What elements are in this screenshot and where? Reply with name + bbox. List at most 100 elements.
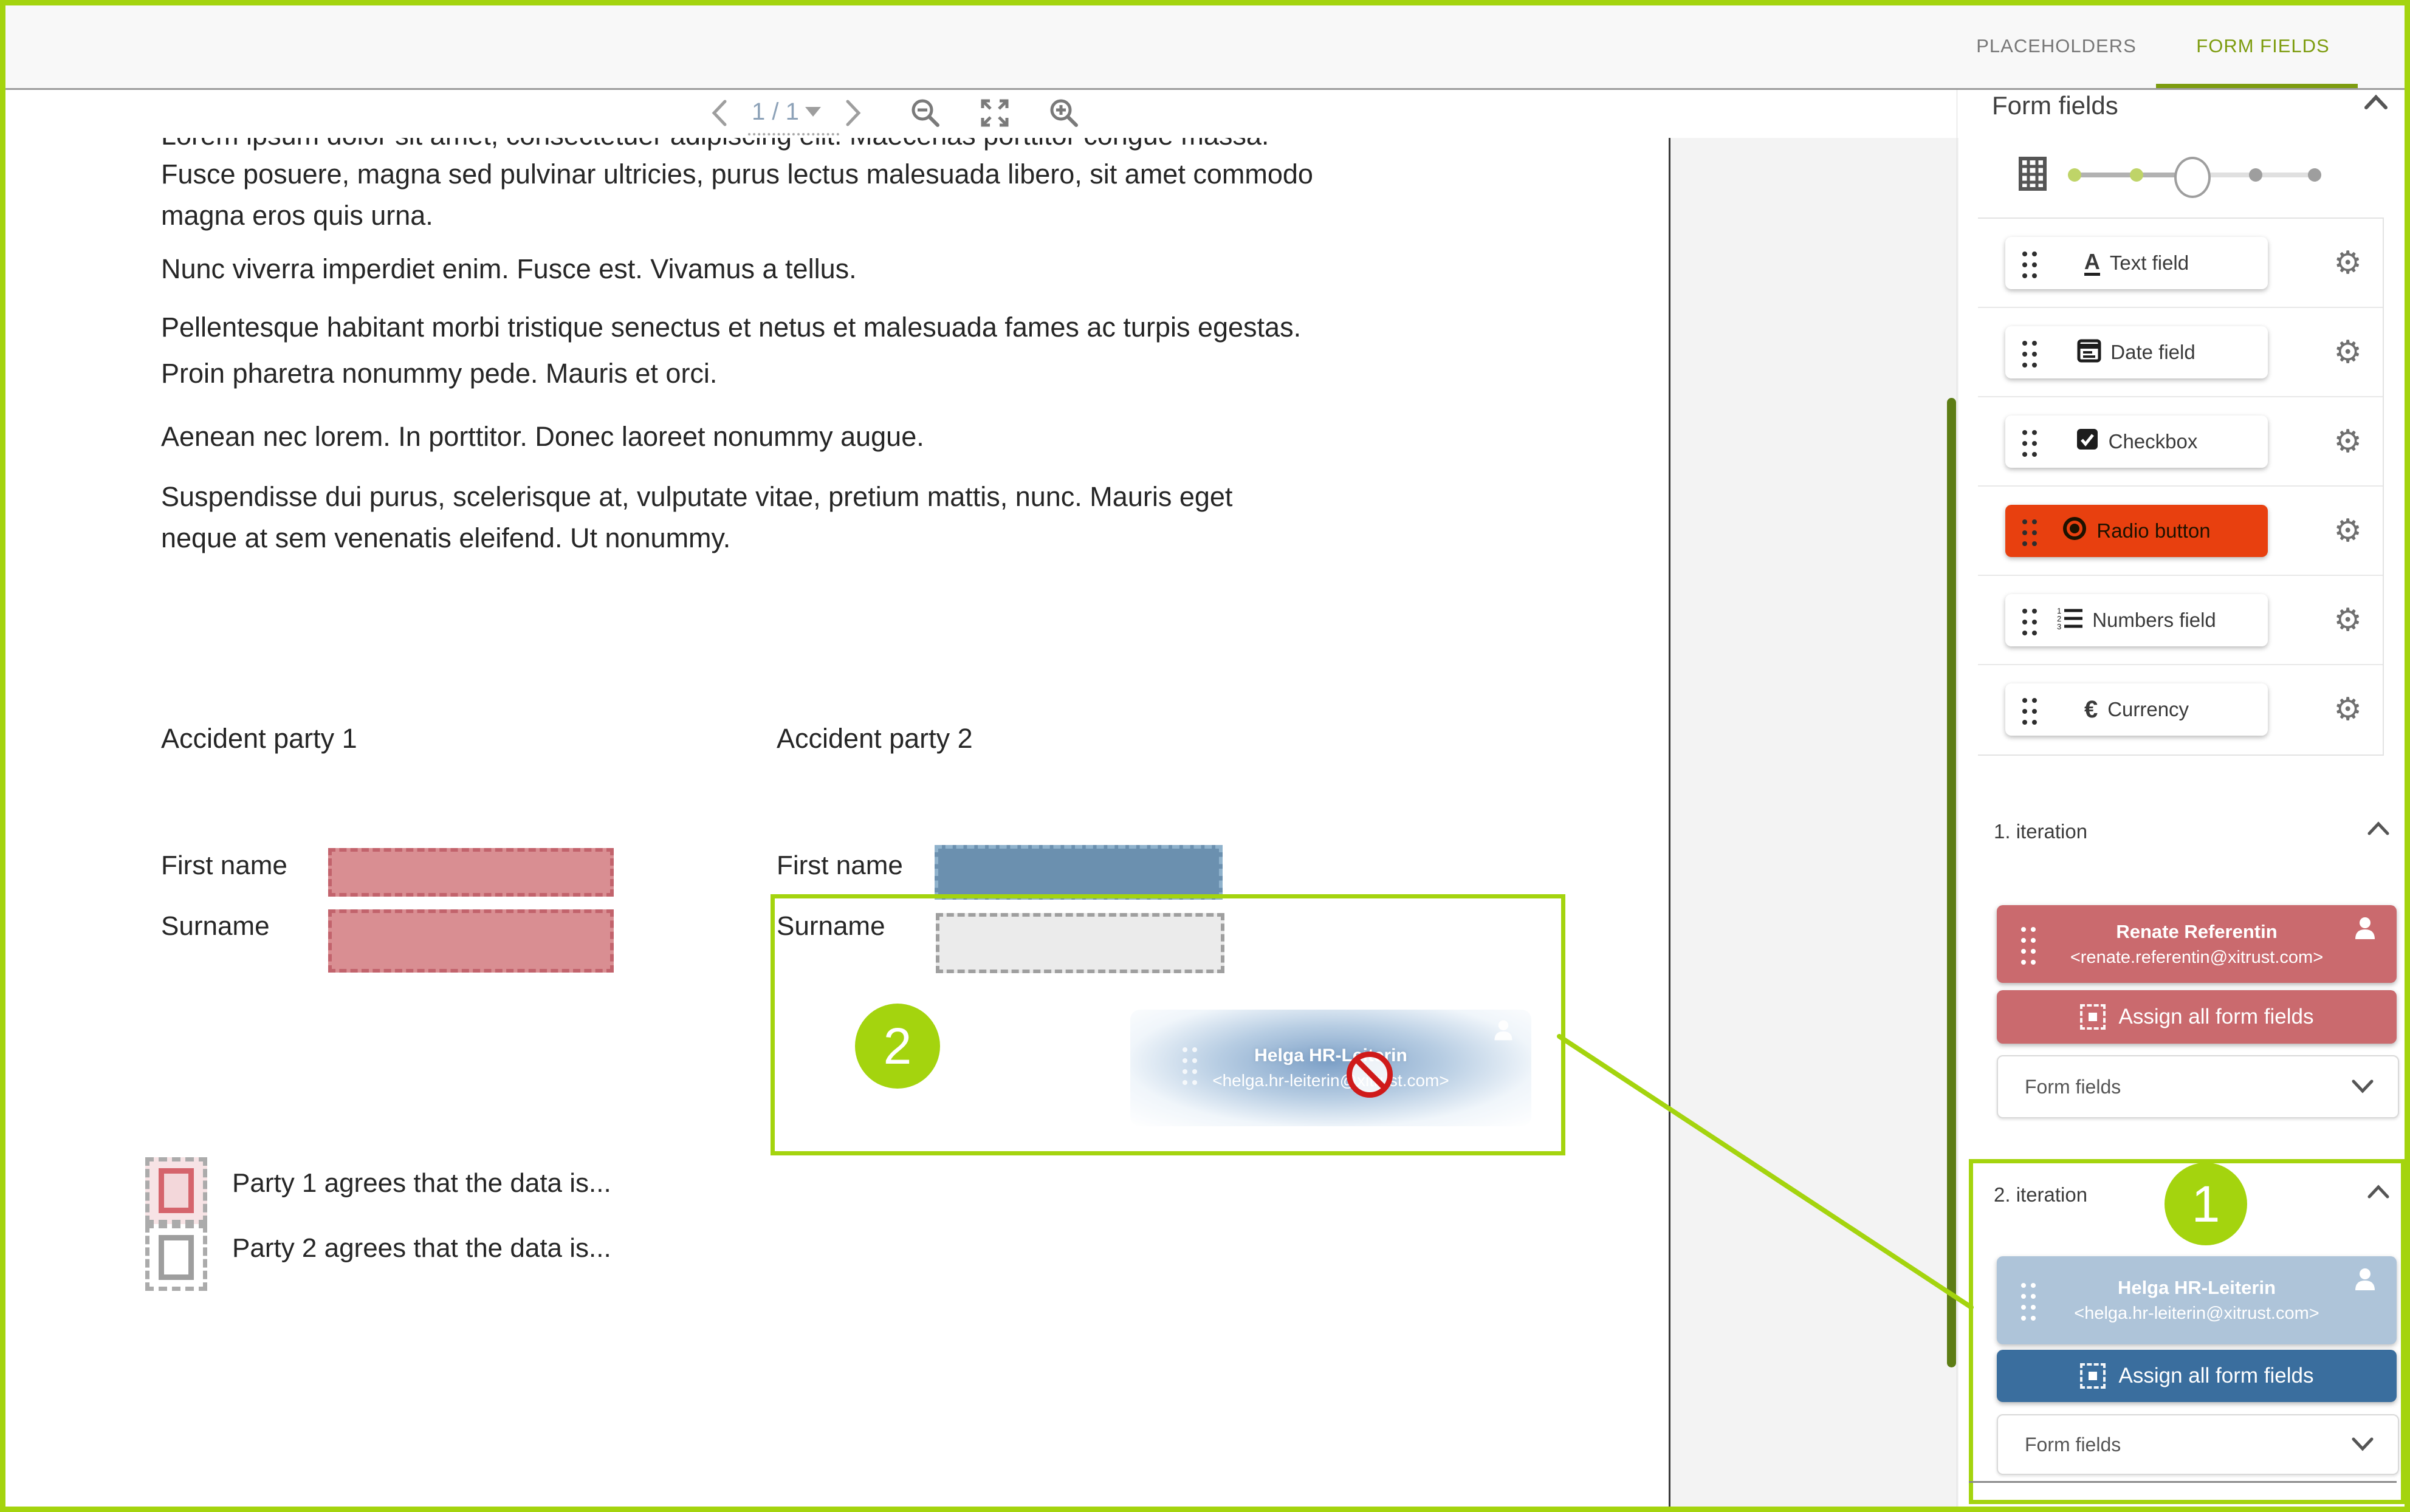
field-type-list: A Text field ⚙ Date field ⚙ Checkbox — [1978, 217, 2384, 756]
tab-placeholders[interactable]: PLACEHOLDERS — [1968, 5, 2144, 86]
field-type-row: € Currency ⚙ — [1978, 665, 2383, 753]
field-type-radio-button[interactable]: Radio button — [2005, 505, 2268, 557]
drag-handle-icon[interactable] — [2022, 341, 2027, 346]
currency-icon: € — [2084, 697, 2098, 722]
collapse-iteration1-icon[interactable] — [2367, 821, 2392, 846]
drag-handle-icon[interactable] — [2021, 1283, 2026, 1288]
slider-stop-4[interactable] — [2249, 168, 2262, 182]
field-type-text-field[interactable]: A Text field — [2005, 237, 2268, 289]
person-name: Helga HR-Leiterin — [2118, 1277, 2276, 1299]
field-type-date-field[interactable]: Date field — [2005, 326, 2268, 378]
party2-surname-field[interactable] — [936, 913, 1224, 973]
drag-handle-icon[interactable] — [2022, 698, 2027, 703]
doc-line: Proin pharetra nonummy pede. Mauris et o… — [161, 357, 717, 391]
drag-handle-icon[interactable] — [2021, 927, 2026, 932]
party2-first-name-field[interactable] — [935, 845, 1223, 900]
person-name: Renate Referentin — [2116, 921, 2277, 943]
field-type-checkbox[interactable]: Checkbox — [2005, 416, 2268, 468]
settings-gear-icon[interactable]: ⚙ — [2333, 694, 2362, 725]
drag-handle-icon — [1183, 1047, 1187, 1052]
doc-line: neque at sem venenatis eleifend. Ut nonu… — [161, 521, 730, 555]
sidebar-highlight-band — [1947, 398, 1956, 1367]
settings-gear-icon[interactable]: ⚙ — [2333, 604, 2362, 636]
form-fields-panel-title: Form fields — [1992, 91, 2118, 120]
collapse-form-fields-icon[interactable] — [2364, 94, 2388, 118]
iteration2-bottom-divider — [1969, 1481, 2397, 1483]
field-type-numbers-field[interactable]: 123 Numbers field — [2005, 594, 2268, 646]
assign-all-icon — [2080, 1363, 2106, 1389]
drag-handle-icon[interactable] — [2022, 430, 2027, 435]
party1-agree-checkbox-inner — [159, 1168, 194, 1213]
next-page-icon[interactable] — [844, 99, 862, 127]
field-type-label: Text field — [2110, 251, 2189, 275]
field-type-currency[interactable]: € Currency — [2005, 683, 2268, 736]
fullscreen-icon[interactable] — [979, 97, 1011, 129]
annotation-step1-badge: 1 — [2165, 1163, 2247, 1245]
field-type-label: Radio button — [2096, 519, 2210, 542]
previous-page-icon[interactable] — [710, 99, 729, 127]
doc-line: Aenean nec lorem. In porttitor. Donec la… — [161, 420, 924, 454]
settings-gear-icon[interactable]: ⚙ — [2333, 426, 2362, 457]
field-type-row: 123 Numbers field ⚙ — [1978, 576, 2383, 665]
person-icon — [2352, 915, 2378, 945]
collapse-iteration2-icon[interactable] — [2367, 1185, 2392, 1209]
party1-surname-label: Surname — [161, 911, 270, 942]
person-icon — [2352, 1266, 2378, 1296]
iteration2-form-fields-expander[interactable]: Form fields — [1997, 1414, 2399, 1475]
settings-gear-icon[interactable]: ⚙ — [2333, 515, 2362, 547]
assign-all-label: Assign all form fields — [2119, 1005, 2314, 1029]
doc-line: Fusce posuere, magna sed pulvinar ultric… — [161, 157, 1313, 191]
settings-gear-icon[interactable]: ⚙ — [2333, 247, 2362, 279]
expander-label: Form fields — [2025, 1434, 2121, 1456]
page-indicator[interactable]: 1 / 1 — [752, 98, 821, 128]
grid-icon — [2019, 157, 2047, 194]
drag-handle-icon[interactable] — [2022, 519, 2027, 524]
iteration2-assign-all-button[interactable]: Assign all form fields — [1997, 1350, 2397, 1402]
drag-handle-icon[interactable] — [2022, 609, 2027, 614]
party1-heading: Accident party 1 — [161, 723, 357, 754]
slider-stop-1[interactable] — [2068, 168, 2081, 182]
party2-agree-label: Party 2 agrees that the data is... — [232, 1233, 611, 1264]
person-email: <helga.hr-leiterin@xitrust.com> — [2074, 1304, 2319, 1324]
page-indicator-value: 1 / 1 — [752, 98, 799, 126]
radio-button-icon — [2062, 516, 2087, 546]
settings-gear-icon[interactable]: ⚙ — [2333, 337, 2362, 368]
party2-agree-checkbox-inner — [159, 1235, 194, 1280]
party1-agree-checkbox[interactable] — [145, 1157, 207, 1224]
drag-handle-icon[interactable] — [2022, 251, 2027, 256]
party2-agree-checkbox[interactable] — [145, 1224, 207, 1291]
text-field-icon: A — [2084, 251, 2100, 276]
field-type-row: Checkbox ⚙ — [1978, 397, 2383, 487]
field-type-row: A Text field ⚙ — [1978, 219, 2383, 308]
tab-form-fields[interactable]: FORM FIELDS — [2187, 5, 2339, 86]
document-gutter — [1669, 138, 1959, 1507]
person-email: <renate.referentin@xitrust.com> — [2070, 948, 2323, 968]
party1-surname-field[interactable] — [328, 909, 614, 973]
slider-thumb[interactable] — [2174, 157, 2211, 198]
zoom-out-icon[interactable] — [910, 97, 941, 129]
party1-first-name-field[interactable] — [328, 848, 614, 897]
doc-line: Suspendisse dui purus, scelerisque at, v… — [161, 480, 1232, 514]
viewer-toolbar-strip: 1 / 1 — [5, 88, 1957, 138]
iteration2-person-card[interactable]: Helga HR-Leiterin <helga.hr-leiterin@xit… — [1997, 1256, 2397, 1344]
doc-line: Nunc viverra imperdiet enim. Fusce est. … — [161, 252, 857, 286]
iteration1-person-card[interactable]: Renate Referentin <renate.referentin@xit… — [1997, 905, 2397, 983]
iteration2-label: 2. iteration — [1994, 1183, 2087, 1206]
person-icon — [1491, 1018, 1516, 1045]
dragged-person-email: <helga.hr-leiterin@xitrust.com> — [1212, 1071, 1449, 1090]
slider-stop-2[interactable] — [2130, 168, 2143, 182]
iteration1-form-fields-expander[interactable]: Form fields — [1997, 1055, 2399, 1118]
annotation-step2-badge: 2 — [855, 1004, 940, 1089]
slider-stop-5[interactable] — [2308, 168, 2321, 182]
chevron-down-icon — [2352, 1434, 2374, 1456]
zoom-in-icon[interactable] — [1048, 97, 1080, 129]
party2-surname-label: Surname — [777, 911, 885, 942]
dragged-person-chip[interactable]: Helga HR-Leiterin <helga.hr-leiterin@xit… — [1130, 1010, 1531, 1126]
app-window: Lorem ipsum dolor sit amet, consectetuer… — [0, 0, 2410, 1512]
iteration1-label: 1. iteration — [1994, 820, 2087, 843]
iteration1-assign-all-button[interactable]: Assign all form fields — [1997, 990, 2397, 1044]
active-tab-underline — [2156, 84, 2358, 88]
page-dropdown-caret-icon — [805, 107, 821, 117]
checkbox-icon — [2076, 428, 2099, 456]
expander-label: Form fields — [2025, 1076, 2121, 1098]
